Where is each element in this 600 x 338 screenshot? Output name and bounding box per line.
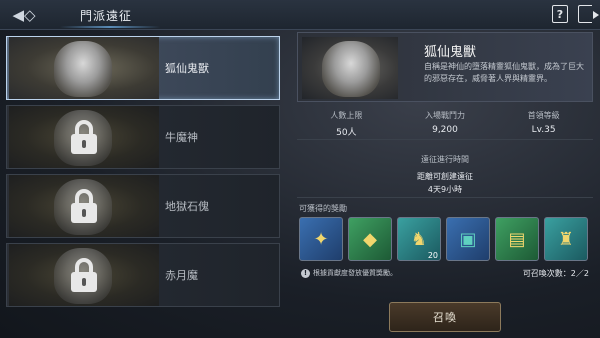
help-button[interactable]: ? bbox=[552, 5, 568, 23]
fox-spirit-portrait bbox=[54, 41, 112, 97]
boss-stats: 人數上限 50人 入場戰鬥力 9,200 首領等級 Lv.35 bbox=[297, 110, 593, 140]
title-underline bbox=[60, 26, 160, 28]
boss-thumbnail bbox=[302, 37, 398, 99]
back-button[interactable]: ◀◇ bbox=[4, 2, 44, 28]
fox-spirit-portrait bbox=[322, 41, 380, 97]
expedition-item[interactable]: 地獄石傀 bbox=[6, 174, 280, 238]
expedition-name: 赤月魔 bbox=[165, 269, 198, 282]
lock-icon bbox=[69, 189, 99, 225]
top-bar: ◀◇ 門派遠征 ? bbox=[0, 0, 600, 30]
back-arrow-icon: ◀◇ bbox=[12, 5, 36, 24]
notice-text: 根據貢獻度發放優質獎勵。 bbox=[313, 269, 397, 277]
expedition-thumbnail bbox=[9, 106, 159, 168]
expedition-name: 地獄石傀 bbox=[165, 200, 209, 213]
lock-icon bbox=[69, 258, 99, 294]
time-label: 遠征進行時間 bbox=[421, 155, 469, 164]
gold-box-icon: ◆ bbox=[363, 228, 377, 250]
reward-item[interactable]: ▤ bbox=[495, 217, 539, 261]
time-value: 4天9小時 bbox=[427, 185, 463, 194]
expedition-name: 牛魔神 bbox=[165, 131, 198, 144]
boss-header: 狐仙鬼獸 自稱是神仙的墮落精靈狐仙鬼獸，成為了巨大的邪惡存在，威脅著人界與精靈界… bbox=[297, 32, 593, 102]
lock-icon bbox=[69, 120, 99, 156]
wooden-chest-icon: ▤ bbox=[508, 228, 526, 250]
expedition-list[interactable]: 狐仙鬼獸 牛魔神 地獄石傀 赤月魔 bbox=[6, 36, 280, 338]
expedition-item[interactable]: 赤月魔 bbox=[6, 243, 280, 307]
summon-label: 召喚 bbox=[433, 311, 457, 324]
summon-button[interactable]: 召喚 bbox=[389, 302, 501, 332]
stat-max-players: 人數上限 50人 bbox=[330, 111, 363, 138]
reward-item[interactable]: ✦ bbox=[299, 217, 343, 261]
expedition-thumbnail bbox=[9, 244, 159, 306]
help-icon: ? bbox=[556, 7, 564, 21]
reward-item[interactable]: ▣ bbox=[446, 217, 490, 261]
expedition-thumbnail bbox=[9, 175, 159, 237]
reward-list: ✦ ◆ ♞ 20 ▣ ▤ ♜ bbox=[299, 217, 588, 261]
reward-item[interactable]: ◆ bbox=[348, 217, 392, 261]
page-title: 門派遠征 bbox=[80, 9, 133, 23]
jade-statue-icon: ♜ bbox=[557, 228, 575, 250]
treasure-chest-icon: ▣ bbox=[459, 228, 477, 250]
stat-boss-level: 首領等級 Lv.35 bbox=[527, 111, 560, 135]
expedition-item[interactable]: 牛魔神 bbox=[6, 105, 280, 169]
rewards-label: 可獲得的獎勵 bbox=[299, 204, 347, 213]
reward-quantity: 20 bbox=[427, 251, 438, 260]
expedition-name: 狐仙鬼獸 bbox=[165, 62, 209, 75]
reward-item[interactable]: ♞ 20 bbox=[397, 217, 441, 261]
boss-description: 自稱是神仙的墮落精靈狐仙鬼獸，成為了巨大的邪惡存在，威脅著人界與精靈界。 bbox=[424, 62, 584, 83]
jade-dragon-icon: ♞ bbox=[410, 228, 428, 250]
reward-notice: ! 根據貢獻度發放優質獎勵。 bbox=[301, 268, 397, 278]
boss-name: 狐仙鬼獸 bbox=[424, 45, 477, 60]
time-subtitle: 距離可創建遠征 bbox=[417, 172, 473, 181]
reward-item[interactable]: ♜ bbox=[544, 217, 588, 261]
expedition-item[interactable]: 狐仙鬼獸 bbox=[6, 36, 280, 100]
stat-entry-power: 入場戰鬥力 9,200 bbox=[424, 111, 465, 135]
exit-button[interactable] bbox=[578, 5, 599, 23]
amulet-icon: ✦ bbox=[313, 228, 329, 250]
summon-count: 可召喚次數：2／2 bbox=[522, 269, 589, 278]
detail-panel: 狐仙鬼獸 自稱是神仙的墮落精靈狐仙鬼獸，成為了巨大的邪惡存在，威脅著人界與精靈界… bbox=[297, 32, 593, 338]
expedition-thumbnail bbox=[9, 37, 159, 99]
info-icon: ! bbox=[301, 268, 310, 278]
expedition-time: 遠征進行時間 距離可創建遠征 4天9小時 bbox=[297, 154, 593, 198]
